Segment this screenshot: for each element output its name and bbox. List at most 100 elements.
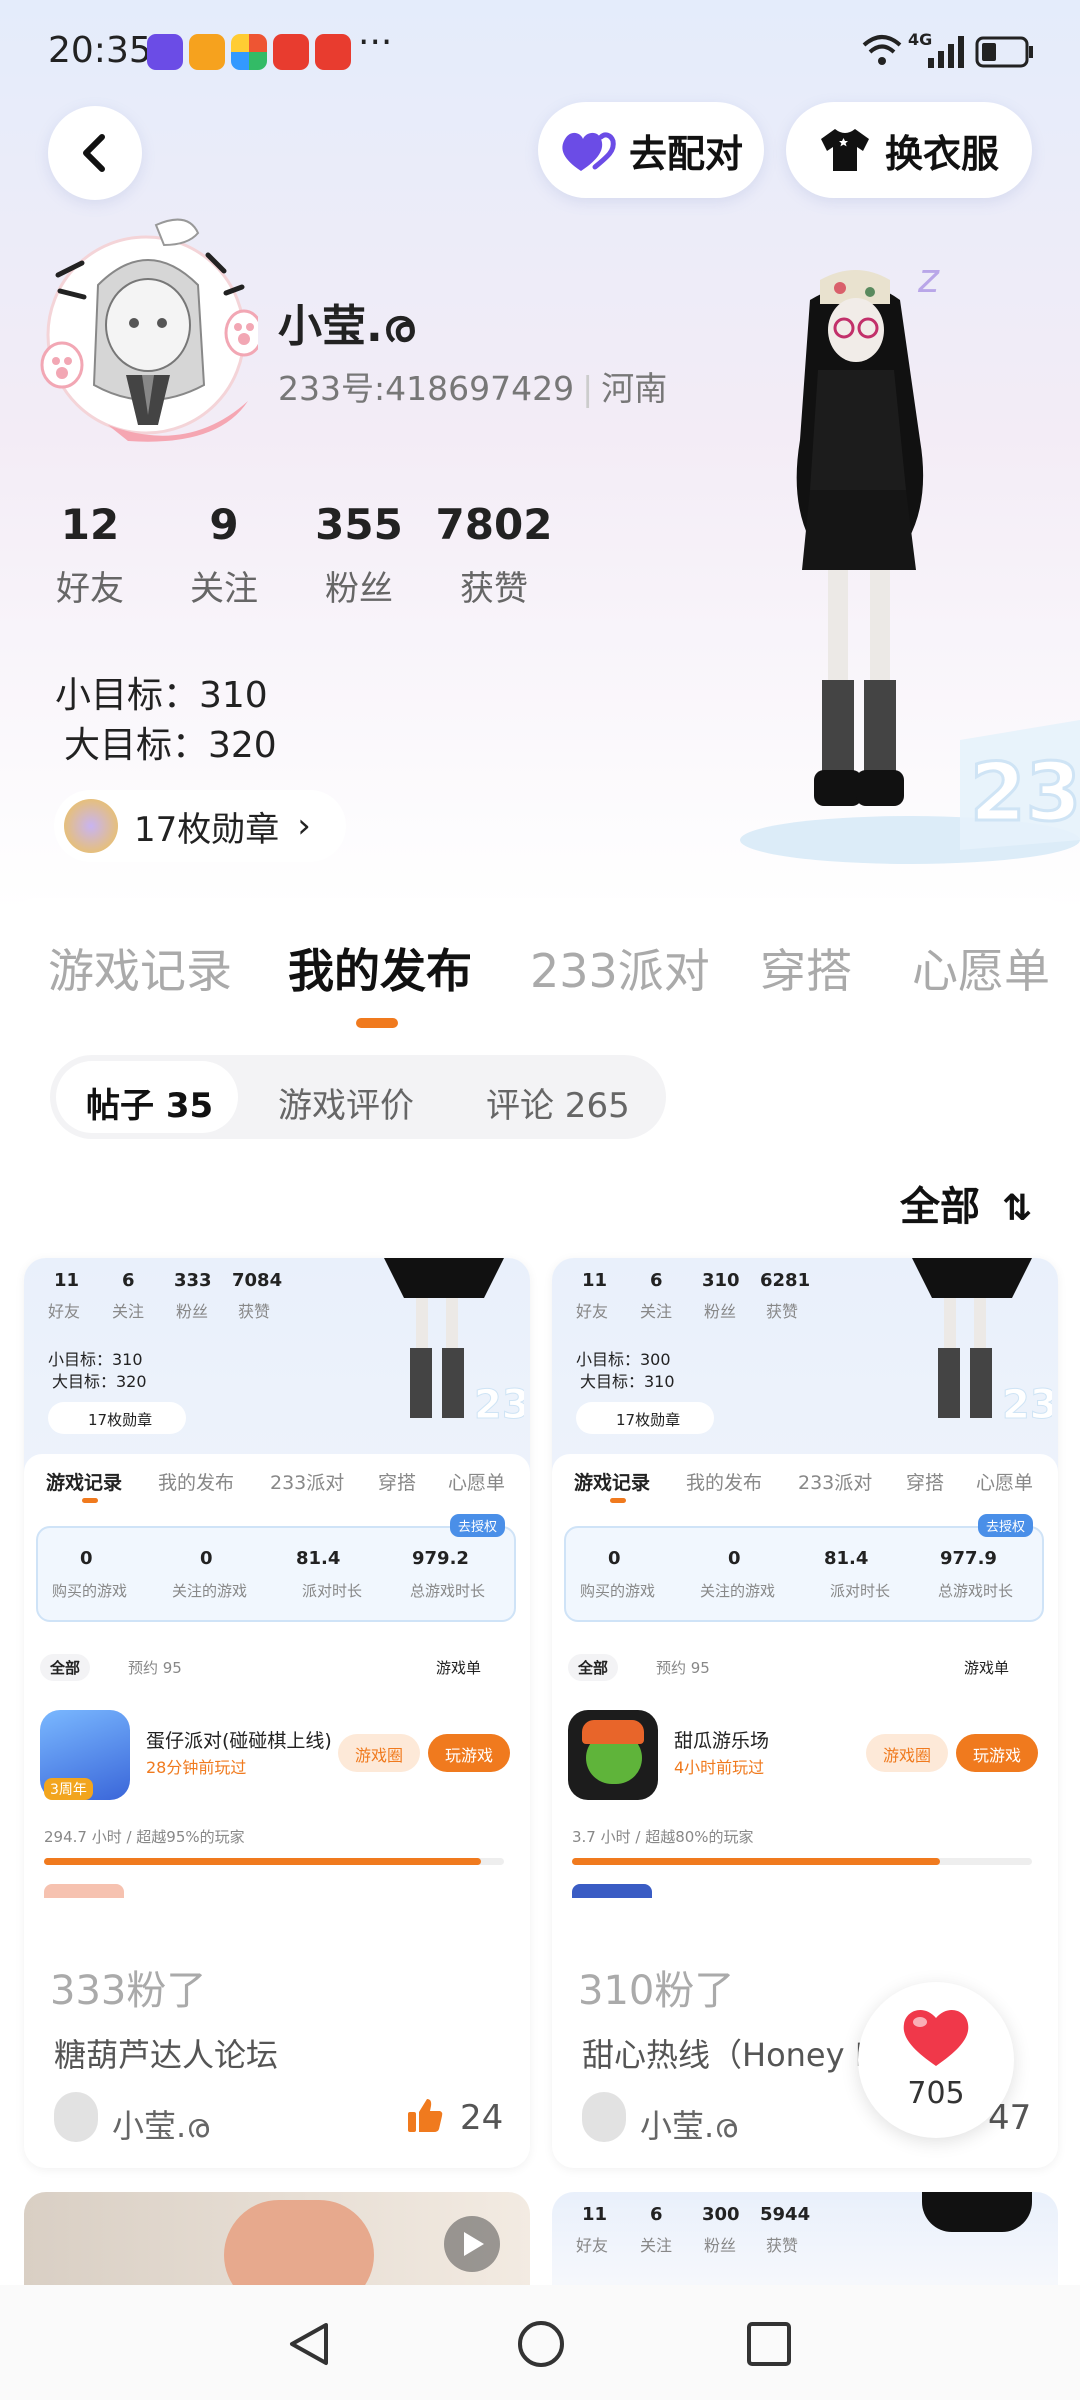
medal-icon	[64, 799, 118, 853]
floating-like-button[interactable]: 705	[858, 1982, 1014, 2138]
video-thumbnail-bear	[224, 2200, 374, 2285]
mini-game-name: 甜瓜游乐场	[674, 1730, 770, 1752]
mini-stat-number: 6	[650, 1270, 663, 1291]
mini-tab: 233派对	[798, 1472, 873, 1494]
mini-stat-number: 7084	[232, 1270, 283, 1291]
nav-back-icon[interactable]	[284, 2319, 334, 2369]
tab-233-party[interactable]: 233派对	[530, 935, 710, 1001]
mini-tab: 穿搭	[378, 1472, 417, 1494]
mini-stat-number: 310	[702, 1270, 740, 1291]
mini-num-label: 购买的游戏	[52, 1582, 128, 1600]
system-nav-bar	[0, 2285, 1080, 2400]
app-notification-icon	[273, 34, 309, 70]
nav-recents-icon[interactable]	[744, 2319, 794, 2369]
mini-character: 233	[384, 1258, 524, 1429]
mini-num-label: 总游戏时长	[938, 1582, 1014, 1600]
tab-wishlist[interactable]: 心愿单	[912, 935, 1050, 1001]
mini-stage-text: 233	[474, 1382, 524, 1428]
post-author: 小莹.ര	[112, 2107, 210, 2145]
mini-stat-label: 好友	[576, 2236, 609, 2255]
stat-number: 7802	[435, 500, 553, 549]
post-card[interactable]: 11 好友 6 关注 333 粉丝 7084 获赞 小目标：310 大目标：32…	[24, 1258, 530, 2168]
mini-stat-label: 粉丝	[704, 2236, 737, 2255]
tab-outfit[interactable]: 穿搭	[760, 935, 852, 1001]
stat-number: 355	[315, 500, 403, 549]
stat-fans[interactable]: 355 粉丝	[299, 500, 419, 610]
mini-progress-track	[44, 1858, 504, 1865]
mini-play-button: 玩游戏	[428, 1734, 510, 1772]
character-avatar[interactable]: 233 z	[680, 240, 1080, 880]
subtab-game-reviews[interactable]: 游戏评价	[278, 1078, 414, 1127]
mini-medal: 17枚勋章	[48, 1402, 186, 1434]
next-game-icon	[572, 1884, 652, 1898]
mini-tab: 我的发布	[686, 1472, 763, 1494]
mini-stat-number: 6	[122, 1270, 135, 1291]
tab-my-posts[interactable]: 我的发布	[288, 935, 472, 1001]
mini-stat-label: 粉丝	[176, 1302, 209, 1321]
mini-game-list: 游戏单	[964, 1659, 1010, 1677]
mini-stat-number: 11	[54, 1270, 80, 1291]
stat-following[interactable]: 9 关注	[164, 500, 284, 610]
back-button[interactable]	[48, 106, 142, 200]
medal-button[interactable]: 17枚勋章 ›	[54, 790, 346, 862]
chevron-left-icon	[83, 134, 105, 172]
active-tab-indicator	[356, 1018, 398, 1028]
mini-character: 233	[912, 1258, 1052, 1429]
author-avatar	[582, 2092, 626, 2142]
mini-num-label: 派对时长	[830, 1582, 891, 1600]
mini-stat-label: 关注	[640, 2236, 673, 2255]
stat-likes[interactable]: 7802 获赞	[434, 500, 554, 610]
game-icon-badge: 3周年	[44, 1778, 93, 1800]
mini-game-name: 蛋仔派对(碰碰棋上线)	[146, 1730, 332, 1752]
mini-num: 81.4	[296, 1548, 341, 1569]
author-avatar	[54, 2092, 98, 2142]
mini-stat-label: 获赞	[766, 2236, 799, 2255]
stat-label: 获赞	[460, 569, 528, 609]
mini-filter-reserve: 预约 95	[128, 1659, 182, 1677]
post-card[interactable]: 11 好友 6 关注 300 粉丝 5944 获赞	[552, 2192, 1058, 2285]
tab-game-record[interactable]: 游戏记录	[48, 935, 232, 1001]
mini-num: 0	[200, 1548, 213, 1569]
mini-progress-text: 3.7 小时 / 超越80%的玩家	[572, 1828, 754, 1846]
hearts-icon	[562, 132, 616, 171]
subtab-posts[interactable]: 帖子 35	[86, 1078, 213, 1127]
mini-goal-big: 大目标：320	[52, 1372, 147, 1391]
sleep-z-icon: z	[917, 256, 940, 302]
dress-up-button[interactable]: 换衣服	[786, 102, 1032, 198]
mini-num: 81.4	[824, 1548, 869, 1569]
mini-tab: 游戏记录	[46, 1472, 123, 1494]
mini-filter-all: 全部	[40, 1654, 91, 1681]
subtab-comments[interactable]: 评论 265	[486, 1078, 630, 1127]
mini-progress-fill	[44, 1858, 481, 1865]
avatar[interactable]	[38, 215, 264, 455]
app-notification-icon	[231, 34, 267, 70]
profile-uid: 233号:418697429 | 河南	[278, 369, 668, 408]
filter-dropdown[interactable]: 全部 ⇅	[900, 1174, 1032, 1232]
mini-play-button: 玩游戏	[956, 1734, 1038, 1772]
mini-tab: 心愿单	[448, 1472, 506, 1494]
play-button[interactable]	[444, 2216, 500, 2272]
filter-label: 全部	[900, 1184, 980, 1230]
stat-label: 关注	[190, 569, 258, 609]
profile-name: 小莹.ര	[278, 301, 415, 352]
post-subtitle: 甜心热线（Honey Ho	[582, 2036, 899, 2074]
stat-friends[interactable]: 12 好友	[30, 500, 150, 610]
mini-stat-number: 11	[582, 2204, 608, 2225]
match-label: 去配对	[628, 131, 743, 176]
mini-goal-small: 小目标：300	[576, 1350, 671, 1369]
mini-game-list: 游戏单	[436, 1659, 482, 1677]
next-game-icon	[44, 1884, 124, 1898]
mini-stage-text: 233	[1002, 1382, 1052, 1428]
play-icon	[464, 2232, 484, 2256]
mini-goal-big: 大目标：310	[580, 1372, 675, 1391]
thumb-up-icon[interactable]	[406, 2096, 444, 2134]
mini-num-label: 派对时长	[302, 1582, 363, 1600]
mini-stat-label: 粉丝	[704, 1302, 737, 1321]
mini-stat-number: 11	[582, 1270, 608, 1291]
mini-tab: 心愿单	[976, 1472, 1034, 1494]
profile-uid-text: 233号:418697429	[278, 369, 575, 408]
post-title: 333粉了	[50, 1968, 207, 2014]
post-card-video[interactable]	[24, 2192, 530, 2285]
match-button[interactable]: 去配对	[538, 102, 764, 198]
nav-home-icon[interactable]	[516, 2319, 566, 2369]
